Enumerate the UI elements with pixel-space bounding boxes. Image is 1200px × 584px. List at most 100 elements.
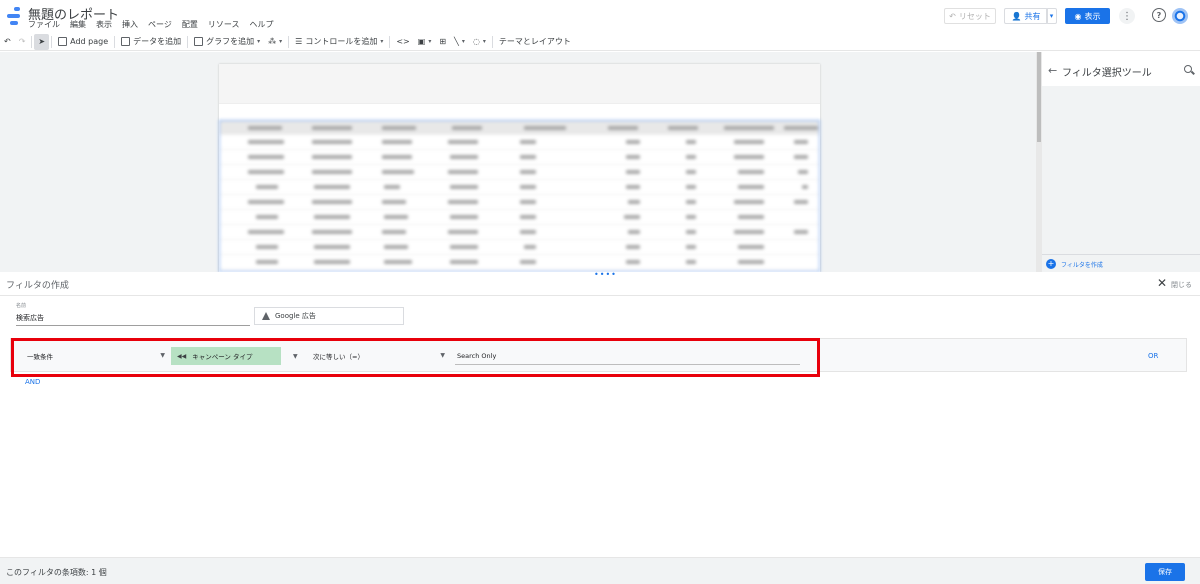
avatar[interactable] [1172,8,1188,24]
google-ads-icon [261,312,270,320]
menu-bar: ファイル 編集 表示 挿入 ページ 配置 リソース ヘルプ [28,19,273,30]
view-button[interactable]: ◉ 表示 [1065,8,1110,24]
menu-help[interactable]: ヘルプ [249,19,273,30]
chevron-down-icon: ▾ [279,38,283,45]
chevron-down-icon: ▾ [482,38,486,45]
table-header-row [220,121,819,135]
filter-list-icon: ☰ [295,37,303,46]
table-row [220,150,819,165]
menu-insert[interactable]: 挿入 [122,19,138,30]
condition-value-input[interactable] [455,347,800,365]
report-canvas [0,52,1036,272]
data-source-name: Google 広告 [275,312,316,320]
theme-layout-button[interactable]: テーマとレイアウト [495,34,575,50]
table-row [220,135,819,150]
toolbar-divider [114,35,116,48]
clause-count-text: このフィルタの条項数: 1 個 [6,568,107,577]
table-row [220,240,819,255]
text-box-icon: ⊞ [439,37,447,46]
image-icon: ▣ [417,37,426,46]
community-visualizations-button[interactable]: ⁂ ▾ [264,34,286,50]
shape-button[interactable]: ◌ ▾ [469,34,490,50]
dimension-chip[interactable]: ◀◀ キャンペーン タイプ [171,347,281,365]
or-button[interactable]: OR [1148,352,1158,360]
undo-icon: ↶ [4,37,11,46]
add-page-button[interactable]: Add page [54,34,112,50]
data-source-selector[interactable]: Google 広告 [254,307,404,325]
page-header-area [219,64,820,104]
close-icon[interactable]: ✕ [1157,276,1167,290]
share-dropdown-button[interactable]: ▾ [1046,8,1057,24]
table-row [220,195,819,210]
add-data-icon [121,37,131,46]
filter-condition-row: 一致条件 ▼ ◀◀ キャンペーン タイプ ▼ 次に等しい（=） ▼ OR [10,338,1187,372]
search-icon[interactable] [1184,65,1192,73]
eye-icon: ◉ [1074,11,1082,21]
components-icon: ⁂ [268,37,277,46]
menu-page[interactable]: ページ [148,19,172,30]
toolbar-divider [288,35,290,48]
more-options-button[interactable]: ⋮ [1119,8,1135,24]
include-exclude-dropdown[interactable]: 一致条件 ▼ [27,347,167,365]
add-page-icon [58,37,68,46]
redo-icon: ↷ [18,37,26,46]
chevron-down-icon: ▾ [1049,12,1054,20]
image-button[interactable]: ▣ ▾ [414,34,436,50]
more-vert-icon: ⋮ [1122,10,1132,22]
text-button[interactable]: ⊞ [435,34,450,50]
toolbar: ↶ ↷ ➤ Add page データを追加 グラフを追加 ▾ ⁂ ▾ ☰ コント… [0,33,1200,51]
editor-footer: このフィルタの条項数: 1 個 保存 [0,557,1200,584]
reset-button[interactable]: ↶ リセット [944,8,996,24]
chevron-down-icon: ▾ [380,38,384,45]
share-button[interactable]: 👤 共有 [1004,8,1048,24]
redo-button[interactable]: ↷ [15,34,30,50]
table-row [220,180,819,195]
add-chart-icon [194,37,204,46]
ads-dimension-icon: ◀◀ [177,352,187,360]
add-data-button[interactable]: データを追加 [117,34,185,50]
help-button[interactable]: ? [1152,8,1166,22]
data-studio-logo-icon [6,6,22,26]
report-page[interactable] [219,64,820,272]
back-arrow-icon[interactable]: ← [1048,64,1057,77]
shapes-icon: ◌ [472,37,480,46]
add-control-button[interactable]: ☰ コントロールを追加 ▾ [291,34,387,50]
save-button[interactable]: 保存 [1145,563,1185,581]
undo-arrow-icon: ↶ [949,11,956,21]
filter-editor: •••• フィルタの作成 ✕ 閉じる 名前 Google 広告 一致条件 ▼ ◀… [0,270,1200,584]
toolbar-divider [51,35,53,48]
and-button[interactable]: AND [25,378,40,386]
filter-name-input[interactable] [16,310,250,326]
close-label[interactable]: 閉じる [1171,280,1192,290]
table-row [220,225,819,240]
blurred-table-chart[interactable] [219,120,820,272]
create-filter-link[interactable]: + フィルタを作成 [1042,254,1200,272]
select-tool-button[interactable]: ➤ [34,33,50,50]
name-field-label: 名前 [16,303,27,309]
menu-edit[interactable]: 編集 [70,19,86,30]
dropdown-arrow-icon: ▼ [160,352,165,359]
undo-button[interactable]: ↶ [0,34,15,50]
menu-arrange[interactable]: 配置 [182,19,198,30]
add-chart-button[interactable]: グラフを追加 ▾ [190,34,264,50]
dropdown-arrow-icon[interactable]: ▼ [293,353,298,360]
menu-file[interactable]: ファイル [28,19,60,30]
app-header: 無題のレポート ファイル 編集 表示 挿入 ページ 配置 リソース ヘルプ ↶ … [0,0,1200,32]
table-row [220,255,819,270]
menu-view[interactable]: 表示 [96,19,112,30]
toolbar-divider [31,35,33,48]
operator-dropdown[interactable]: 次に等しい（=） ▼ [313,347,447,365]
chevron-down-icon: ▾ [461,38,465,45]
filter-selector-panel: ← フィルタ選択ツール + フィルタを作成 [1042,52,1200,272]
code-icon: <> [396,37,410,46]
dropdown-arrow-icon: ▼ [440,352,445,359]
cursor-arrow-icon: ➤ [38,37,46,46]
menu-resource[interactable]: リソース [208,19,240,30]
scrollbar-thumb[interactable] [1037,52,1041,142]
line-button[interactable]: ╲ ▾ [450,34,469,50]
embed-code-button[interactable]: <> [392,34,413,50]
line-icon: ╲ [454,37,459,46]
add-person-icon: 👤 [1011,11,1022,21]
panel-header: ← フィルタ選択ツール [1042,52,1200,86]
help-icon: ? [1156,10,1162,20]
